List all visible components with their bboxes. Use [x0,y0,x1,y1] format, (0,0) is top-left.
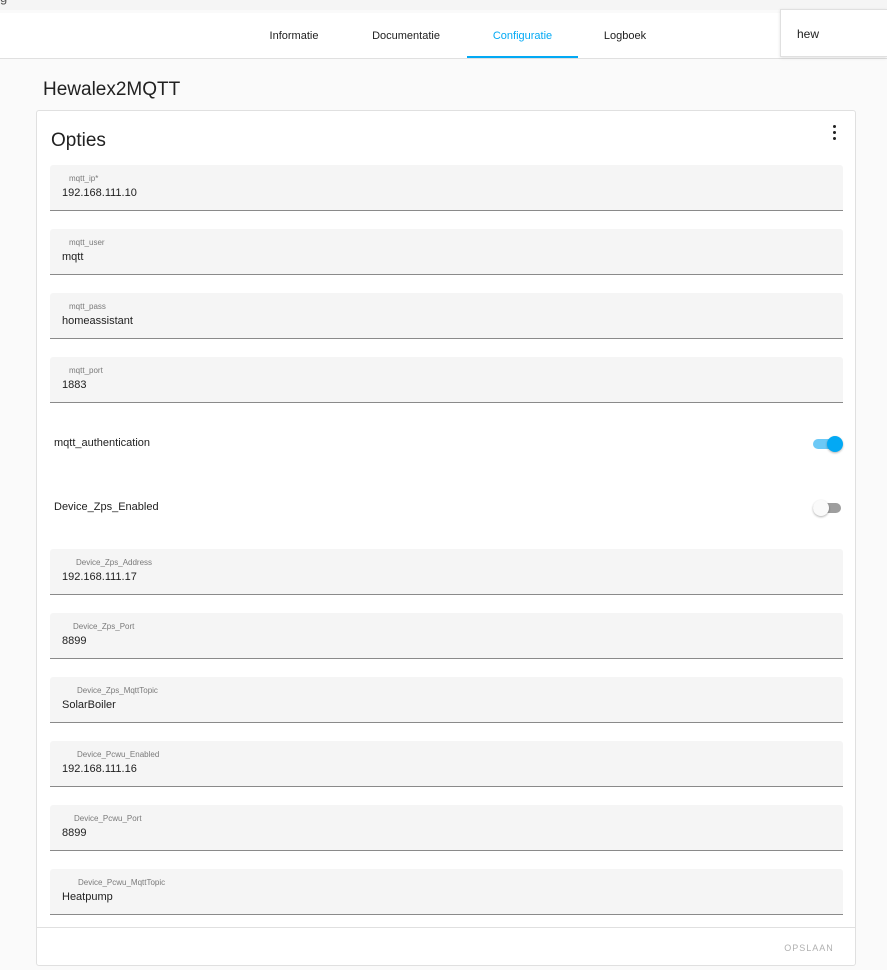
dots-vertical-icon[interactable] [825,123,845,143]
field-device-pcwu-port[interactable]: Device_Pcwu_Port [50,805,843,851]
search-box[interactable] [780,9,887,57]
card-actions-divider [37,927,855,928]
tab-informatie[interactable]: Informatie [256,13,332,59]
field-label: Device_Pcwu_Port [74,814,142,823]
device-pcwu-port-input[interactable] [62,825,822,841]
toggle-row-device-zps-enabled: Device_Zps_Enabled [50,488,843,528]
field-device-pcwu-enabled[interactable]: Device_Pcwu_Enabled [50,741,843,787]
active-tab-indicator [467,56,578,58]
device-zps-enabled-switch[interactable] [813,500,843,516]
field-device-zps-mqtttopic[interactable]: Device_Zps_MqttTopic [50,677,843,723]
save-button[interactable]: OPSLAAN [777,937,841,959]
tab-documentatie[interactable]: Documentatie [361,13,451,59]
switch-thumb [813,500,829,516]
switch-thumb [827,436,843,452]
toggle-label: Device_Zps_Enabled [54,501,159,513]
field-label: mqtt_ip* [69,174,99,183]
mqtt-authentication-switch[interactable] [813,436,843,452]
toggle-row-mqtt-authentication: mqtt_authentication [50,424,843,464]
field-label: Device_Pcwu_MqttTopic [78,878,166,887]
page-title: Hewalex2MQTT [43,79,181,100]
field-label: mqtt_port [69,366,103,375]
search-input[interactable] [797,24,877,44]
field-mqtt-pass[interactable]: mqtt_pass [50,293,843,339]
field-device-zps-address[interactable]: Device_Zps_Address [50,549,843,595]
tab-bar: Informatie Documentatie Configuratie Log… [0,13,887,59]
mqtt-port-input[interactable] [62,377,822,393]
field-label: mqtt_pass [69,302,106,311]
toggle-label: mqtt_authentication [54,437,151,449]
field-label: Device_Pcwu_Enabled [77,750,160,759]
tab-configuratie[interactable]: Configuratie [467,13,578,59]
field-mqtt-user[interactable]: mqtt_user [50,229,843,275]
field-label: Device_Zps_Address [76,558,153,567]
mqtt-user-input[interactable] [62,249,822,265]
device-zps-port-input[interactable] [62,633,822,649]
top-strip-glyph: g [0,0,7,5]
mqtt-ip-input[interactable] [62,185,822,201]
device-pcwu-mqtttopic-input[interactable] [62,889,822,905]
field-device-zps-port[interactable]: Device_Zps_Port [50,613,843,659]
field-mqtt-ip[interactable]: mqtt_ip* [50,165,843,211]
field-label: Device_Zps_MqttTopic [77,686,158,695]
field-device-pcwu-mqtttopic[interactable]: Device_Pcwu_MqttTopic [50,869,843,915]
field-mqtt-port[interactable]: mqtt_port [50,357,843,403]
field-label: Device_Zps_Port [73,622,135,631]
card-title: Opties [51,130,106,151]
options-card: Opties mqtt_ip* mqtt_user mqtt_pass mqtt… [36,110,856,966]
device-zps-address-input[interactable] [62,569,822,585]
browser-top-strip: g [0,0,887,10]
device-pcwu-enabled-input[interactable] [62,761,822,777]
field-label: mqtt_user [69,238,105,247]
tab-logboek[interactable]: Logboek [596,13,654,59]
device-zps-mqtttopic-input[interactable] [62,697,822,713]
mqtt-pass-input[interactable] [62,313,822,329]
